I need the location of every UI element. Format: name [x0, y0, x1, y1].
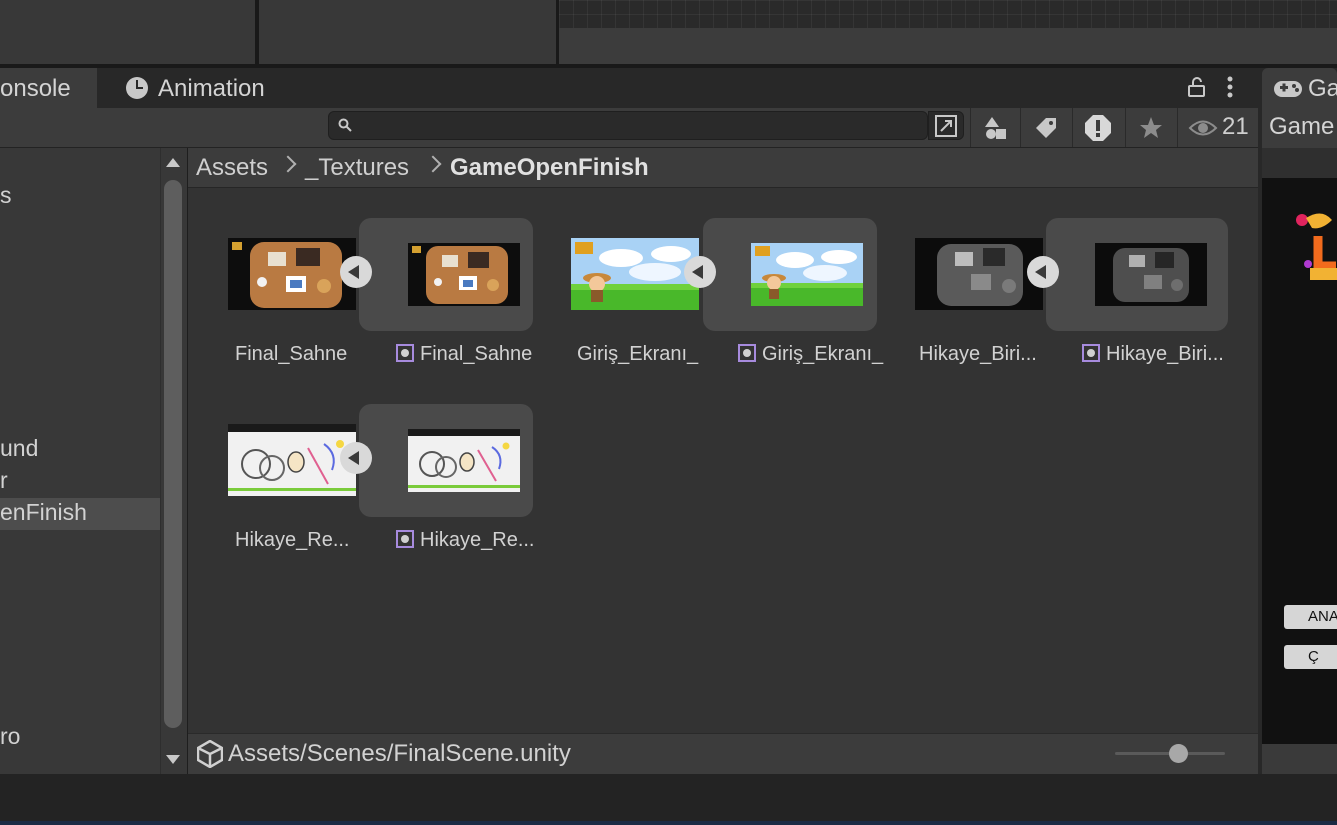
board-game-sprite-image: [408, 243, 520, 306]
sketch-notebook-image: [228, 424, 356, 496]
sprite-tile[interactable]: [359, 218, 533, 331]
texture-thumbnail[interactable]: [915, 238, 1043, 310]
expand-arrow-icon[interactable]: [340, 442, 372, 474]
grayscale-board-image: [915, 238, 1043, 310]
board-game-image: [228, 238, 356, 310]
asset-label[interactable]: Hikaye_Biri...: [919, 343, 1037, 366]
scene-grid-view[interactable]: [559, 0, 1337, 28]
sprite-tile[interactable]: [359, 404, 533, 517]
texture-thumbnail[interactable]: [228, 238, 356, 310]
game-menu-button[interactable]: Ç: [1284, 645, 1337, 669]
search-by-type-button[interactable]: [928, 111, 964, 140]
sprite-tile[interactable]: [1046, 218, 1228, 331]
tab-game-label[interactable]: Ga: [1308, 75, 1337, 103]
hidden-count: 21: [1222, 113, 1249, 140]
game-logo-image: [1296, 213, 1337, 280]
scrollbar-thumb[interactable]: [164, 180, 182, 728]
sprite-icon: [396, 344, 414, 362]
scroll-up-arrow-icon[interactable]: [166, 158, 180, 167]
tree-item[interactable]: r: [0, 467, 8, 494]
top-panel-middle: [259, 0, 556, 64]
sprite-label[interactable]: Giriş_Ekranı_: [738, 343, 883, 366]
selected-asset-path: Assets/Scenes/FinalScene.unity: [228, 740, 571, 767]
sketch-notebook-sprite-image: [408, 429, 520, 492]
tag-icon: [1035, 117, 1056, 138]
breadcrumb-current[interactable]: GameOpenFinish: [450, 154, 649, 182]
tree-item-selected[interactable]: enFinish: [0, 499, 87, 526]
favorites-button[interactable]: [1125, 108, 1175, 147]
search-in-window-icon: [935, 115, 957, 137]
star-icon: [1139, 116, 1162, 138]
asset-label[interactable]: Giriş_Ekranı_: [577, 343, 698, 366]
texture-thumbnail[interactable]: [228, 424, 356, 496]
tab-console-label[interactable]: onsole: [0, 75, 71, 103]
expand-arrow-icon[interactable]: [684, 256, 716, 288]
lock-icon[interactable]: [1186, 76, 1208, 98]
tree-item[interactable]: ro: [0, 723, 20, 750]
filter-by-type-button[interactable]: [970, 108, 1020, 147]
editor-status-bar: [0, 774, 1337, 825]
tab-animation-label[interactable]: Animation: [158, 75, 265, 103]
sprite-icon: [738, 344, 756, 362]
warning-icon: [1084, 114, 1111, 141]
sprite-label[interactable]: Hikaye_Biri...: [1082, 343, 1224, 366]
sprite-icon: [1082, 344, 1100, 362]
tree-item[interactable]: und: [0, 435, 38, 462]
more-options-icon[interactable]: [1224, 76, 1236, 98]
shapes-icon: [984, 116, 1006, 139]
hidden-packages-button[interactable]: [1177, 108, 1222, 147]
game-menu-button[interactable]: ANA: [1284, 605, 1337, 629]
game-panel-footer: [1262, 744, 1337, 774]
game-view-header: [1262, 148, 1337, 178]
tree-item[interactable]: s: [0, 182, 12, 209]
gamepad-icon: [1274, 81, 1302, 97]
scene-view-footer: [559, 28, 1337, 64]
scroll-down-arrow-icon[interactable]: [166, 755, 180, 764]
texture-thumbnail[interactable]: [571, 238, 699, 310]
breadcrumb-item[interactable]: _Textures: [305, 154, 409, 182]
expand-arrow-icon[interactable]: [1027, 256, 1059, 288]
meadow-character-sprite-image: [751, 243, 863, 306]
grayscale-board-sprite-image: [1095, 243, 1207, 306]
meadow-character-image: [571, 238, 699, 310]
search-input[interactable]: [328, 111, 928, 140]
game-display-dropdown[interactable]: Game: [1269, 113, 1334, 141]
breadcrumb-item[interactable]: Assets: [196, 154, 268, 182]
asset-label[interactable]: Hikaye_Re...: [235, 529, 350, 552]
search-icon: [338, 118, 352, 132]
expand-arrow-icon[interactable]: [340, 256, 372, 288]
sprite-tile[interactable]: [703, 218, 877, 331]
unity-scene-icon: [197, 740, 223, 768]
sprite-label[interactable]: Hikaye_Re...: [396, 529, 535, 552]
top-panel-left: [0, 0, 255, 64]
taskbar-edge: [0, 821, 1337, 825]
eye-icon: [1188, 120, 1218, 135]
sprite-label[interactable]: Final_Sahne: [396, 343, 532, 366]
filter-by-log-button[interactable]: [1072, 108, 1122, 147]
sprite-icon: [396, 530, 414, 548]
clock-icon: [126, 77, 148, 99]
asset-label[interactable]: Final_Sahne: [235, 343, 347, 366]
filter-by-label-button[interactable]: [1020, 108, 1070, 147]
